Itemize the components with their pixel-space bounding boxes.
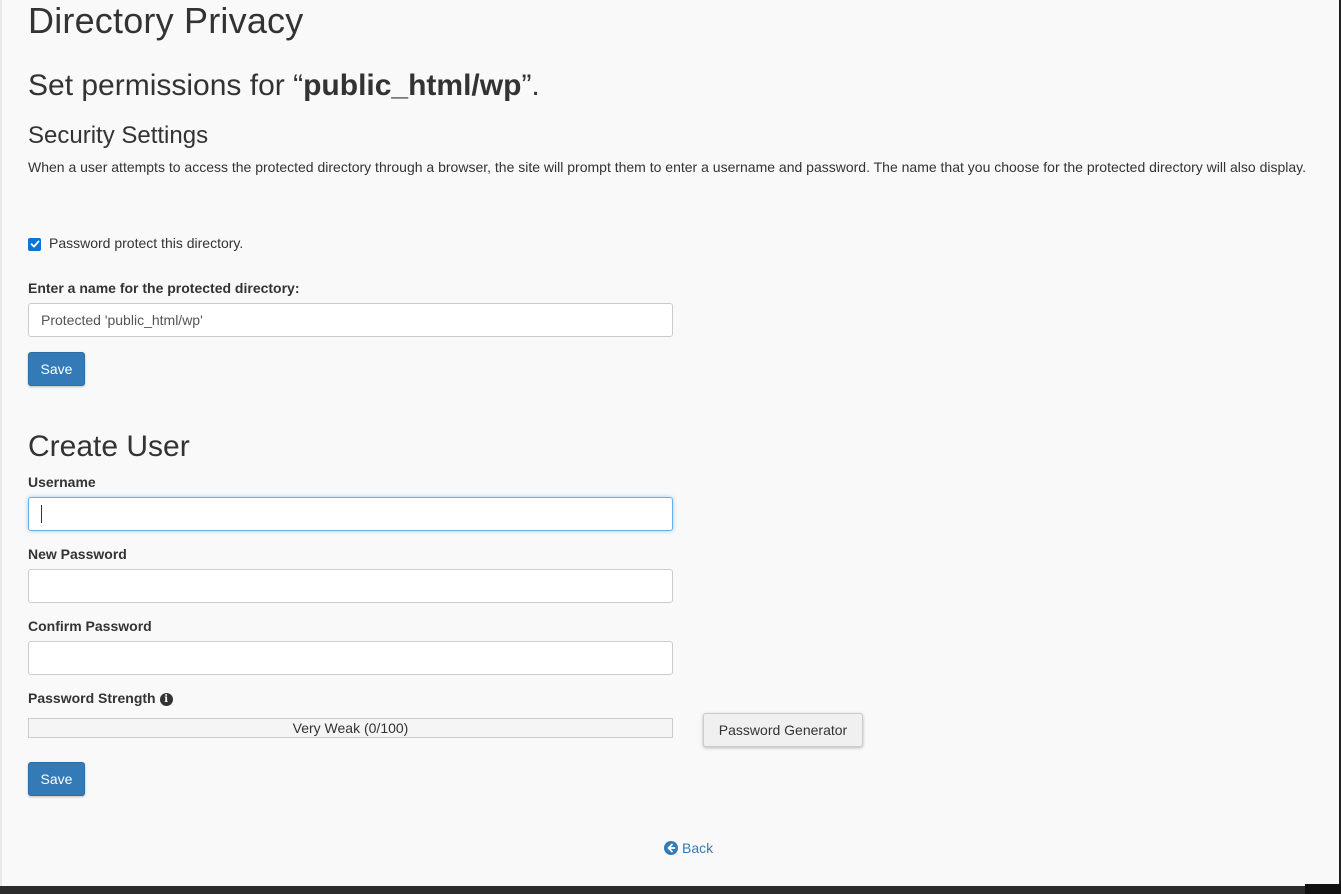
taskbar-corner [1305, 884, 1341, 894]
password-strength-label: Password Strength [28, 690, 156, 706]
password-protect-row[interactable]: Password protect this directory. [28, 235, 243, 251]
back-link[interactable]: Back [664, 840, 713, 856]
permissions-heading: Set permissions for “public_html/wp”. [28, 66, 540, 106]
page-title: Directory Privacy [28, 0, 304, 41]
permissions-prefix: Set permissions for “ [28, 69, 304, 102]
directory-name-label: Enter a name for the protected directory… [28, 280, 300, 296]
confirm-password-input[interactable] [28, 641, 673, 675]
text-caret [41, 505, 42, 523]
username-input[interactable] [28, 497, 673, 531]
directory-path: public_html/wp [303, 69, 522, 102]
security-settings-heading: Security Settings [28, 122, 209, 149]
security-save-button[interactable]: Save [28, 352, 85, 386]
password-generator-button[interactable]: Password Generator [703, 713, 863, 747]
confirm-password-label: Confirm Password [28, 618, 152, 634]
new-password-input[interactable] [28, 569, 673, 603]
password-protect-label: Password protect this directory. [49, 235, 244, 251]
checkmark-icon [30, 240, 39, 248]
new-password-label: New Password [28, 546, 127, 562]
arrow-circle-left-icon [664, 841, 678, 855]
password-protect-checkbox[interactable] [28, 237, 41, 251]
password-strength-meter: Very Weak (0/100) [28, 718, 673, 738]
username-label: Username [28, 474, 96, 490]
permissions-suffix: ”. [521, 69, 540, 102]
back-label: Back [682, 840, 714, 856]
info-circle-icon[interactable]: i [159, 693, 173, 706]
create-user-save-button[interactable]: Save [28, 762, 85, 796]
password-strength-label-row: Password Strength i [28, 690, 173, 706]
directory-privacy-page: Directory Privacy Set permissions for “p… [0, 0, 1341, 886]
create-user-heading: Create User [28, 430, 190, 463]
taskbar-strip [0, 884, 1341, 894]
arrow-left-glyph [667, 843, 676, 853]
directory-name-input[interactable]: Protected 'public_html/wp' [28, 303, 673, 337]
security-description: When a user attempts to access the prote… [28, 159, 1307, 175]
